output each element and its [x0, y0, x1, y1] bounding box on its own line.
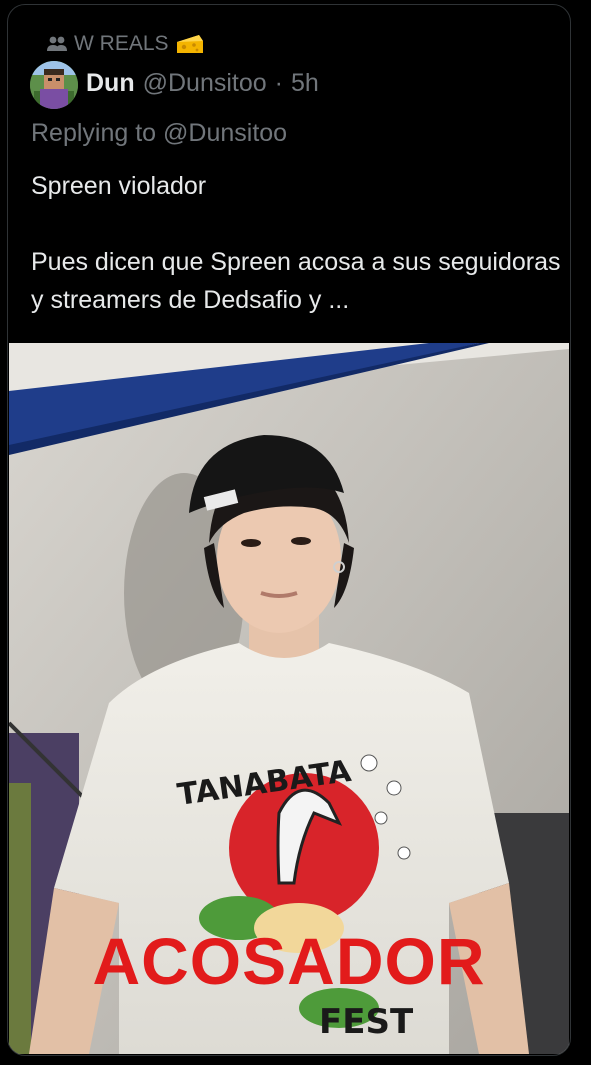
social-context[interactable]: W REALS [46, 29, 205, 59]
display-name[interactable]: Dun [86, 69, 135, 98]
overlay-caption: ACOSADOR [92, 924, 486, 998]
separator-dot: · [274, 69, 283, 97]
tweet-text-line: Pues dicen que Spreen acosa a sus seguid… [31, 248, 561, 314]
tweet-text: Spreen violador Pues dicen que Spreen ac… [31, 167, 561, 319]
tweet-header: Dun @Dunsitoo · 5h [86, 69, 319, 98]
people-icon [46, 35, 68, 53]
tweet-card[interactable]: W REALS Dun @Dunsitoo · 5h Replying to @… [7, 4, 571, 1056]
tweet-text-line: Spreen violador [31, 172, 207, 200]
avatar[interactable] [30, 61, 78, 109]
replying-mention[interactable]: @Dunsitoo [163, 119, 287, 147]
replying-prefix: Replying to [31, 119, 157, 147]
user-handle[interactable]: @Dunsitoo [143, 69, 267, 98]
tweet-photo[interactable]: TANABATA FEST ACOSADOR [9, 343, 569, 1054]
shirt-bottom-text: FEST [319, 1002, 414, 1042]
cheese-icon [175, 32, 205, 56]
replying-to: Replying to @Dunsitoo [31, 119, 287, 148]
timestamp[interactable]: 5h [291, 69, 319, 98]
community-label: W REALS [74, 32, 169, 55]
